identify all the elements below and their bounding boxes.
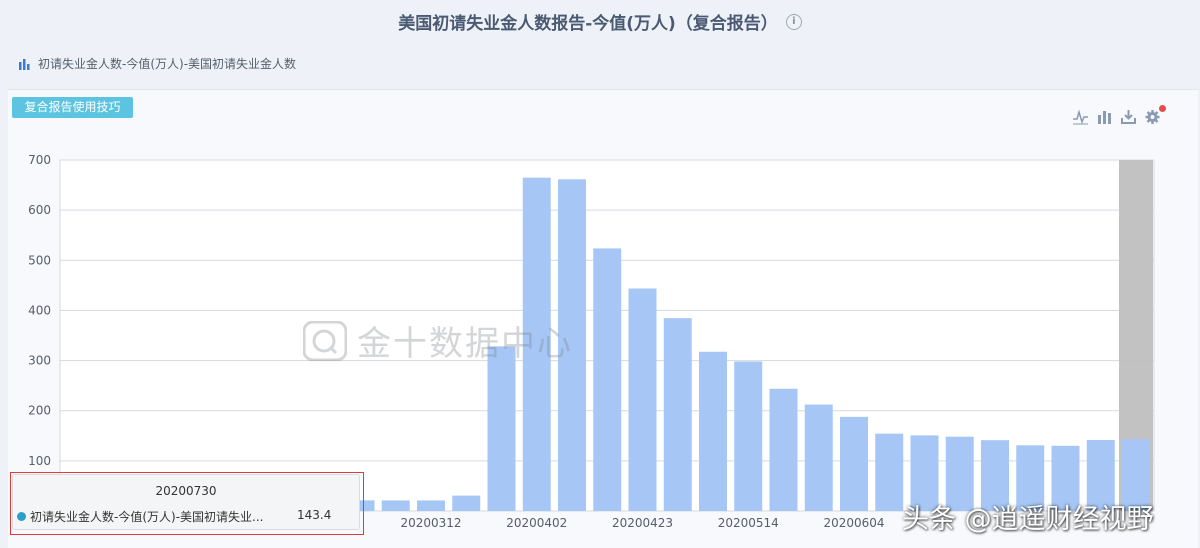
bar [875,433,904,511]
x-tick-label: 20200514 [718,516,779,530]
y-tick-label: 100 [28,454,51,468]
x-tick-label: 20200423 [612,516,673,530]
bar [558,179,586,511]
bar [381,500,410,511]
bar [769,388,798,511]
y-tick-label: 600 [28,203,51,217]
bar [452,495,481,511]
x-tick-label: 20200402 [506,516,567,530]
y-tick-label: 500 [28,253,51,267]
bar [699,351,727,511]
bar [840,416,868,511]
bar [593,248,622,511]
bar [487,346,516,511]
x-tick-label: 20200312 [400,516,461,530]
y-tick-label: 200 [28,404,51,418]
bar [663,318,692,511]
bar [628,288,657,511]
bar-chart: 1002003004005006007002020012320200213202… [28,153,1155,530]
bar [417,500,445,511]
y-tick-label: 300 [28,354,51,368]
highlight-frame [10,472,364,535]
x-tick-label: 20200604 [823,516,884,530]
y-tick-label: 400 [28,303,51,317]
bar [734,361,763,511]
bar [522,177,551,512]
y-tick-label: 700 [28,153,51,167]
bar [804,404,833,511]
credit-watermark: 头条 @逍遥财经视野 [902,504,1154,535]
